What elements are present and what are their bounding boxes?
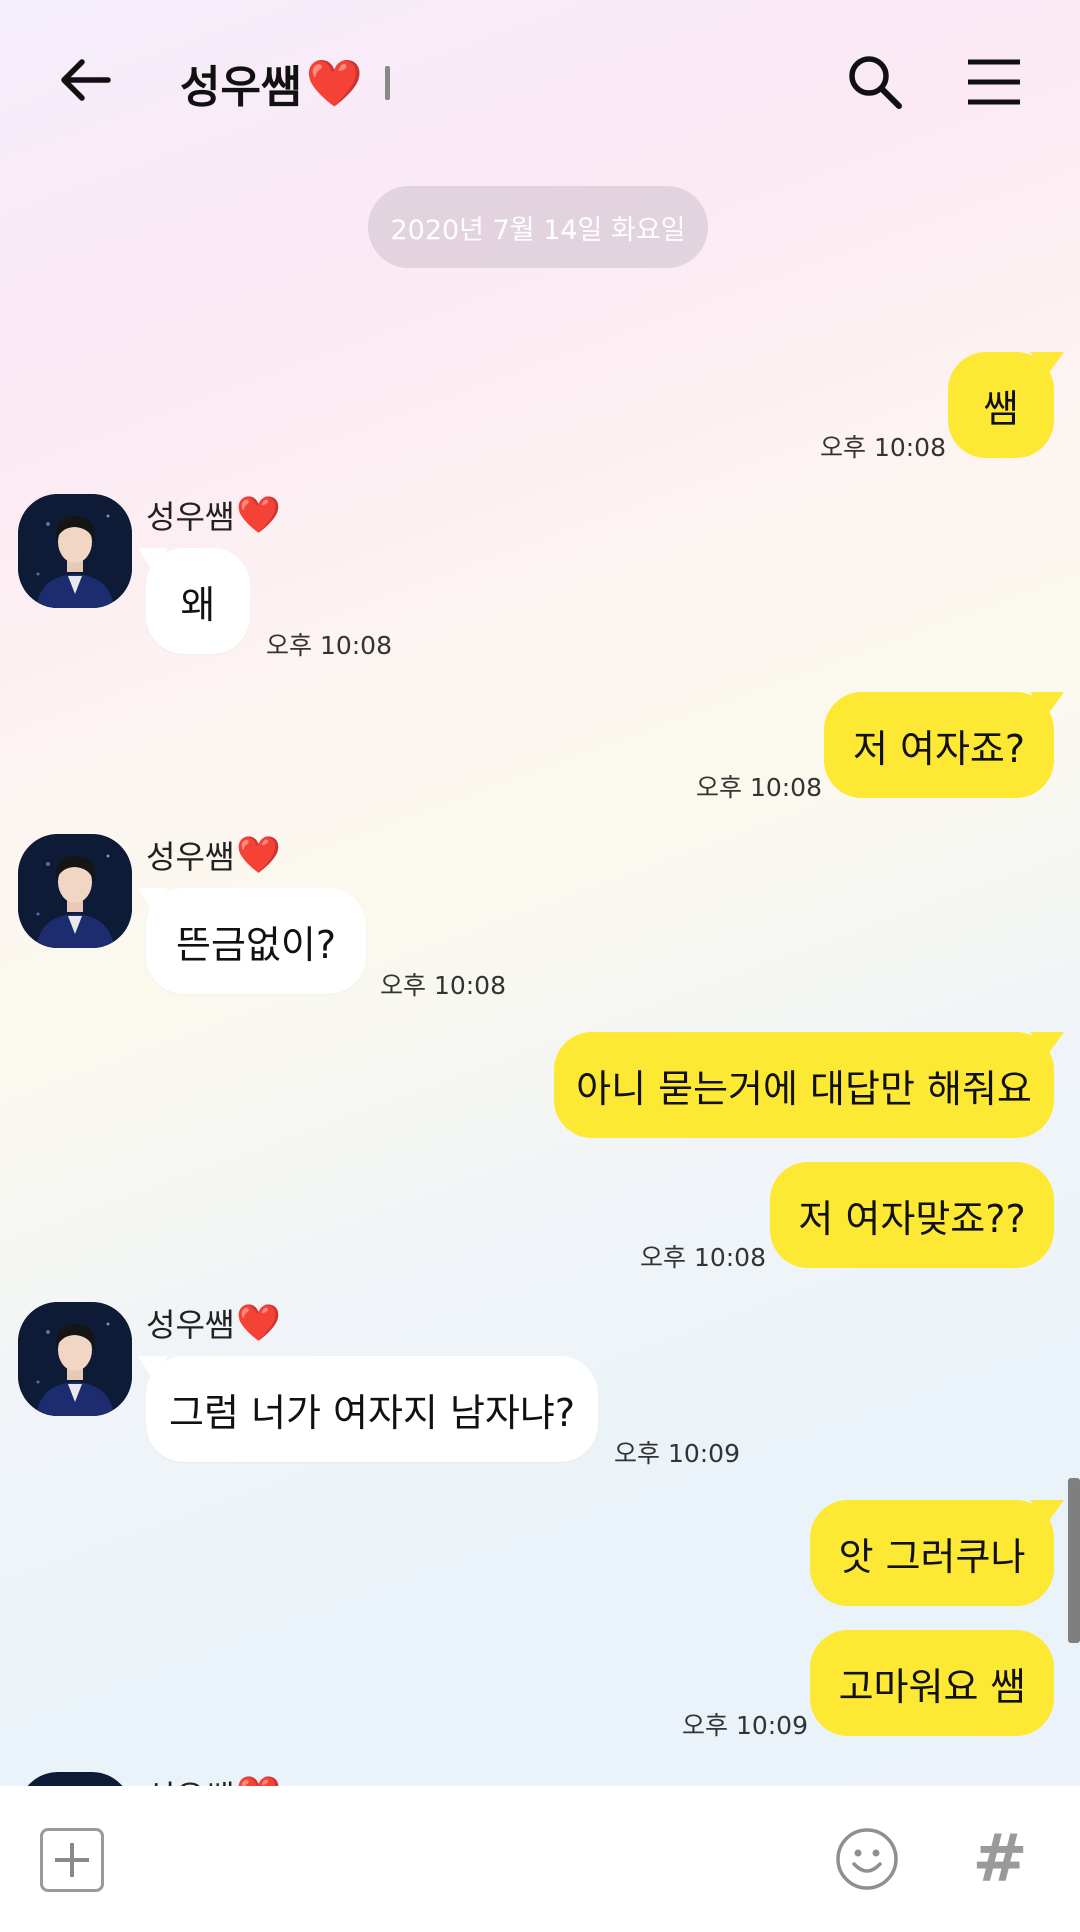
bubble-tail: [138, 888, 168, 910]
message-time: 오후 10:08: [696, 773, 822, 802]
smiley-icon[interactable]: [834, 1826, 900, 1892]
message-text: 고마워요 쌤: [838, 1664, 1026, 1709]
my-message-bubble[interactable]: 아니 묻는거에 대답만 해줘요: [554, 1032, 1054, 1138]
sender-name: 성우쌤❤️: [146, 492, 281, 538]
message-text: 저 여자맞죠??: [798, 1196, 1026, 1241]
chat-title-text: 성우쌤: [180, 62, 302, 113]
message-text: 뜬금없이?: [176, 922, 337, 967]
message-text: 앗 그러쿠나: [838, 1534, 1026, 1579]
bubble-tail: [1030, 352, 1064, 374]
scrollbar-thumb[interactable]: [1068, 1478, 1080, 1643]
avatar: [18, 1772, 132, 1786]
partial-next-message: 성우쌤❤️: [0, 1768, 1080, 1786]
heart-emoji-icon: ❤️: [236, 835, 282, 876]
avatar[interactable]: [18, 1302, 132, 1416]
sender-name-text: 성우쌤: [146, 838, 235, 876]
bubble-tail: [1030, 1500, 1064, 1522]
message-text: 쌤: [983, 386, 1019, 431]
message-time: 오후 10:09: [682, 1711, 808, 1740]
my-message-bubble[interactable]: 고마워요 쌤: [810, 1630, 1054, 1736]
sender-name: 성우쌤❤️: [146, 1300, 281, 1346]
message-time: 오후 10:08: [820, 433, 946, 462]
heart-emoji-icon: ❤️: [236, 1774, 281, 1786]
message-time: 오후 10:08: [380, 971, 506, 1000]
heart-emoji-icon: ❤️: [236, 495, 282, 536]
other-message-bubble[interactable]: 뜬금없이?: [146, 888, 366, 994]
my-message-bubble[interactable]: 저 여자죠?: [824, 692, 1054, 798]
bubble-tail: [1030, 1032, 1064, 1054]
my-message-bubble[interactable]: 저 여자맞죠??: [770, 1162, 1054, 1268]
plus-square-icon[interactable]: [40, 1828, 104, 1892]
title-cursor-mark: [384, 66, 390, 100]
sender-name-text: 성우쌤: [146, 1306, 235, 1344]
heart-emoji-icon: ❤️: [305, 55, 363, 110]
my-message-bubble[interactable]: 앗 그러쿠나: [810, 1500, 1054, 1606]
hamburger-menu-icon[interactable]: [966, 58, 1022, 106]
other-message-bubble[interactable]: 그럼 너가 여자지 남자냐?: [146, 1356, 598, 1462]
sender-name: 성우쌤❤️: [146, 832, 281, 878]
date-divider: 2020년 7월 14일 화요일: [368, 186, 708, 268]
message-time: 오후 10:08: [266, 631, 392, 660]
avatar[interactable]: [18, 834, 132, 948]
message-text: 저 여자죠?: [852, 726, 1026, 771]
avatar[interactable]: [18, 494, 132, 608]
message-text: 그럼 너가 여자지 남자냐?: [169, 1390, 576, 1435]
message-time: 오후 10:09: [614, 1439, 740, 1468]
chat-title[interactable]: 성우쌤 ❤️: [180, 48, 390, 118]
message-text: 아니 묻는거에 대답만 해줘요: [576, 1066, 1032, 1111]
hashtag-icon[interactable]: #: [968, 1820, 1032, 1897]
bubble-tail: [1030, 692, 1064, 714]
search-icon[interactable]: [845, 52, 905, 112]
sender-name: 성우쌤❤️: [146, 1772, 281, 1786]
bubble-tail: [138, 1356, 168, 1378]
message-time: 오후 10:08: [640, 1243, 766, 1272]
chat-header: 성우쌤 ❤️: [0, 0, 1080, 170]
bubble-tail: [138, 548, 168, 570]
sender-name-text: 성우쌤: [146, 498, 235, 536]
message-text: 왜: [180, 582, 216, 627]
bottom-input-bar: #: [0, 1786, 1080, 1932]
back-arrow-icon[interactable]: [56, 50, 116, 110]
sender-name-text: 성우쌤: [146, 1772, 234, 1786]
heart-emoji-icon: ❤️: [236, 1303, 282, 1344]
